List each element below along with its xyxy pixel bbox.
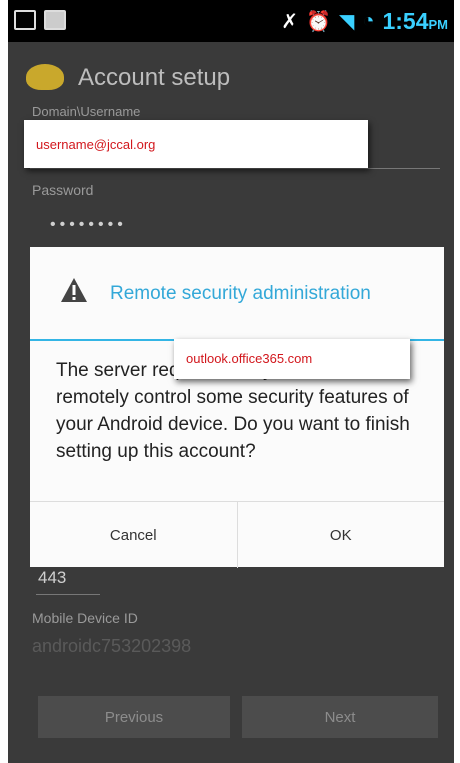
action-bar: Account setup bbox=[8, 52, 454, 104]
port-field[interactable]: 443 bbox=[38, 568, 66, 588]
sync-icon: ◔ bbox=[362, 10, 375, 32]
password-label: Password bbox=[32, 182, 94, 198]
username-callout: username@jccal.org bbox=[24, 120, 368, 168]
image-icon bbox=[14, 10, 36, 30]
port-underline bbox=[36, 594, 100, 595]
wifi-icon: ◥ bbox=[338, 11, 355, 33]
previous-button[interactable]: Previous bbox=[38, 696, 230, 738]
dialog-header: Remote security administration bbox=[30, 247, 444, 341]
clock: 1:54PM bbox=[382, 8, 448, 34]
alarm-icon: ⏰ bbox=[306, 11, 331, 33]
phone-screen: ✗ ⏰ ◥ ◔ 1:54PM Account setup Domain\User… bbox=[8, 0, 454, 763]
status-bar: ✗ ⏰ ◥ ◔ 1:54PM bbox=[8, 0, 454, 42]
gmail-icon bbox=[44, 10, 66, 30]
app-icon[interactable] bbox=[26, 64, 64, 90]
next-button[interactable]: Next bbox=[242, 696, 438, 738]
page-title: Account setup bbox=[78, 64, 231, 91]
server-callout: outlook.office365.com bbox=[174, 339, 410, 379]
username-value: username@jccal.org bbox=[36, 137, 156, 152]
device-id-label: Mobile Device ID bbox=[32, 610, 138, 626]
dialog-buttons: Cancel OK bbox=[30, 501, 444, 568]
server-name: outlook.office365.com bbox=[186, 351, 313, 366]
security-dialog: Remote security administration The serve… bbox=[30, 247, 444, 568]
device-id-value: androidc753202398 bbox=[32, 636, 192, 656]
username-underline bbox=[30, 168, 440, 169]
no-signal-icon: ✗ bbox=[281, 11, 299, 33]
warning-icon bbox=[61, 278, 87, 302]
cancel-button[interactable]: Cancel bbox=[30, 502, 237, 568]
dialog-title: Remote security administration bbox=[110, 283, 371, 304]
password-field[interactable]: •••••••• bbox=[50, 216, 127, 234]
domain-username-label: Domain\Username bbox=[32, 104, 141, 119]
ok-button[interactable]: OK bbox=[236, 502, 445, 568]
